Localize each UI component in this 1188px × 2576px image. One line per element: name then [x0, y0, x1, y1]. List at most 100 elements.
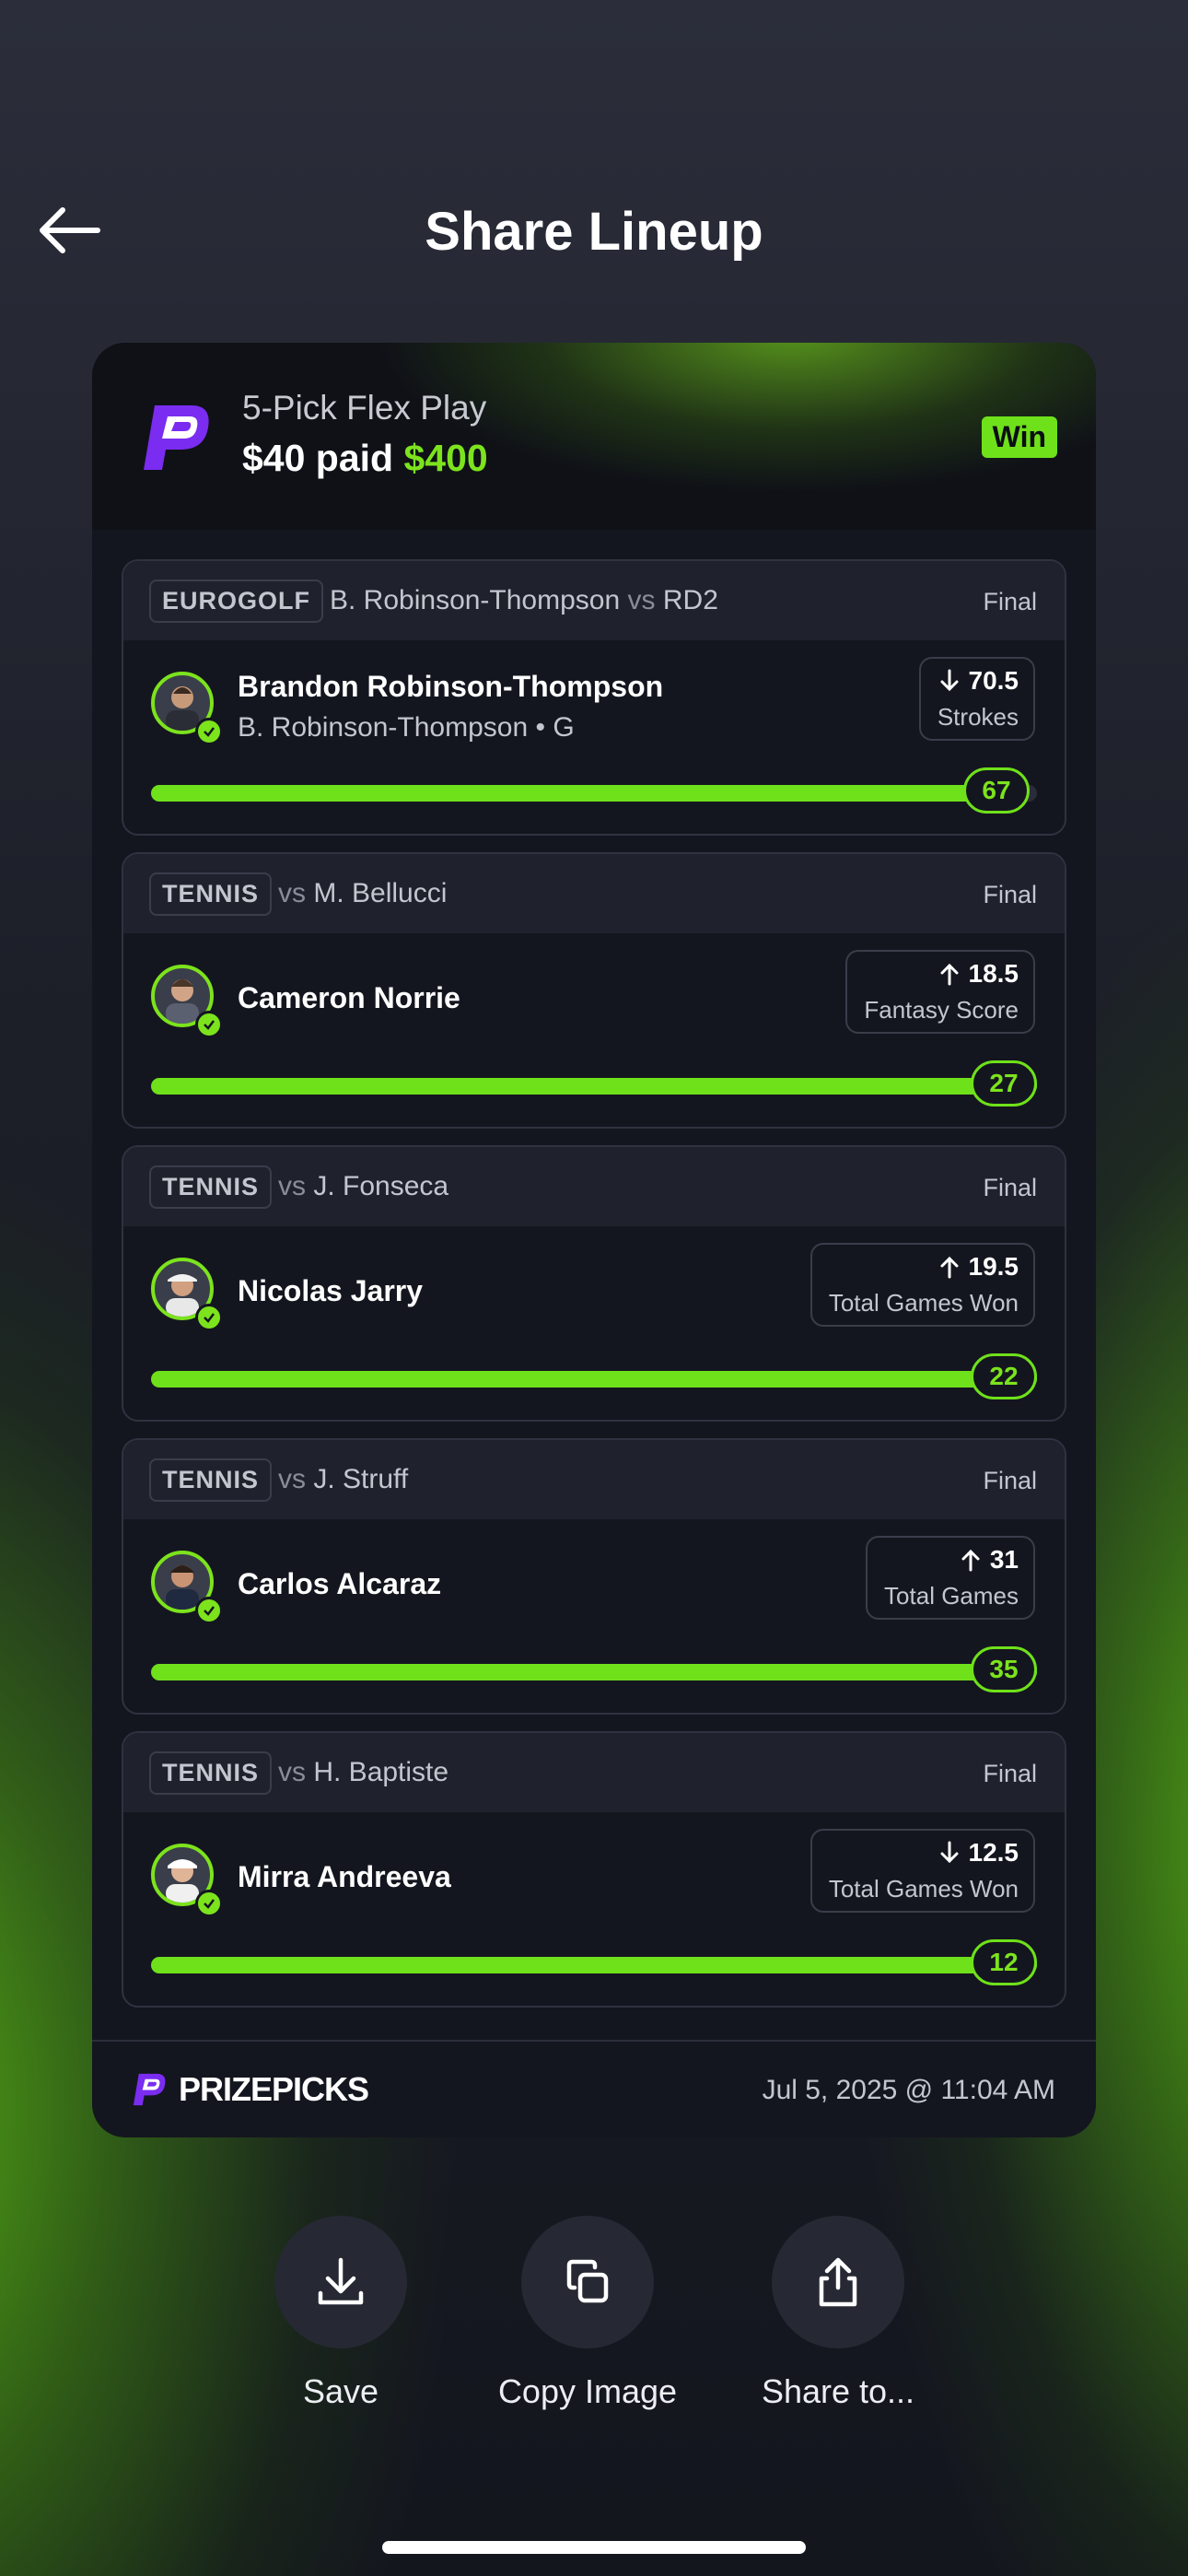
progress-bar — [151, 1078, 1037, 1095]
progress-fill — [151, 1371, 1037, 1388]
result-value: 12 — [971, 1939, 1037, 1985]
pick-header: TENNIS vs H. Baptiste Final — [123, 1733, 1065, 1812]
matchup: vs J. Fonseca — [278, 1171, 448, 1202]
vs-label: vs — [278, 1757, 306, 1787]
pick-header: TENNIS vs J. Fonseca Final — [123, 1147, 1065, 1226]
check-icon — [195, 1597, 223, 1624]
game-status: Final — [983, 881, 1037, 908]
league-badge: TENNIS — [149, 1751, 273, 1795]
card-footer: PRIZEPICKS Jul 5, 2025 @ 11:04 AM — [92, 2040, 1096, 2137]
pick-card: EUROGOLF B. Robinson-Thompson vs RD2 Fin… — [122, 559, 1066, 836]
arrow-down-icon — [940, 1841, 958, 1864]
brand: PRIZEPICKS — [129, 2069, 369, 2110]
download-icon — [318, 2257, 364, 2305]
home-indicator[interactable] — [382, 2541, 806, 2554]
stat-type: Fantasy Score — [864, 996, 1019, 1024]
projection-box: 31 Total Games — [866, 1536, 1035, 1620]
player-short: B. Robinson-Thompson — [330, 585, 621, 615]
copy-image-label: Copy Image — [497, 2372, 678, 2410]
opponent: RD2 — [662, 585, 718, 615]
stat-type: Total Games Won — [828, 1289, 1019, 1317]
payout-summary: $40 paid $400 — [242, 437, 488, 480]
matchup: vs H. Baptiste — [278, 1757, 448, 1788]
check-icon — [195, 1011, 223, 1038]
progress-bar — [151, 785, 1037, 802]
arrow-down-icon — [940, 669, 958, 692]
header: Share Lineup — [0, 166, 1188, 295]
lineup-card: 5-Pick Flex Play $40 paid $400 Win EUROG… — [92, 343, 1096, 2137]
progress-fill — [151, 1078, 1037, 1095]
player-name: Carlos Alcaraz — [238, 1567, 442, 1600]
opponent: M. Bellucci — [313, 878, 448, 908]
matchup: B. Robinson-Thompson vs RD2 — [330, 585, 718, 616]
league-badge: TENNIS — [149, 1165, 273, 1209]
progress-bar — [151, 1957, 1037, 1973]
pick-header: TENNIS vs J. Struff Final — [123, 1440, 1065, 1519]
opponent: J. Struff — [313, 1464, 409, 1494]
league-badge: TENNIS — [149, 872, 273, 916]
share-to-label: Share to... — [761, 2372, 915, 2410]
league-badge: EUROGOLF — [149, 580, 323, 623]
player-name: Cameron Norrie — [238, 981, 460, 1014]
pick-card: TENNIS vs M. Bellucci Final Cameron Norr… — [122, 852, 1066, 1129]
result-value: 35 — [971, 1646, 1037, 1692]
vs-label: vs — [278, 878, 306, 908]
share-to-button[interactable]: Share to... — [728, 2216, 949, 2411]
player-name: Nicolas Jarry — [238, 1274, 424, 1307]
projection-box: 18.5 Fantasy Score — [845, 950, 1035, 1034]
paid-amount: $40 paid — [242, 437, 394, 479]
picks-list: EUROGOLF B. Robinson-Thompson vs RD2 Fin… — [122, 559, 1066, 2024]
game-status: Final — [983, 588, 1037, 615]
line-value: 70.5 — [968, 666, 1019, 695]
result-value: 22 — [971, 1353, 1037, 1399]
line-value: 19.5 — [968, 1252, 1019, 1281]
play-type: 5-Pick Flex Play — [242, 389, 487, 427]
save-button[interactable]: Save — [230, 2216, 451, 2411]
vs-label: vs — [627, 585, 656, 615]
matchup: vs M. Bellucci — [278, 878, 447, 909]
league-badge: TENNIS — [149, 1458, 273, 1502]
page-title: Share Lineup — [425, 202, 763, 262]
vs-label: vs — [278, 1464, 306, 1494]
vs-label: vs — [278, 1171, 306, 1201]
player-subtitle: B. Robinson-Thompson • G — [238, 712, 575, 743]
stat-type: Strokes — [937, 703, 1019, 731]
payout-amount: $400 — [403, 437, 488, 479]
pick-card: TENNIS vs J. Fonseca Final Nicolas Jarry… — [122, 1145, 1066, 1422]
check-icon — [195, 1890, 223, 1917]
share-icon — [819, 2257, 857, 2307]
prizepicks-logo-icon — [133, 2073, 166, 2106]
copy-image-button[interactable]: Copy Image — [477, 2216, 698, 2411]
opponent: J. Fonseca — [313, 1171, 449, 1201]
game-status: Final — [983, 1467, 1037, 1494]
player-name: Brandon Robinson-Thompson — [238, 670, 664, 703]
stat-type: Total Games — [884, 1582, 1019, 1610]
progress-bar — [151, 1371, 1037, 1388]
save-label: Save — [302, 2372, 379, 2410]
win-badge: Win — [981, 416, 1057, 458]
arrow-up-icon — [961, 1549, 980, 1572]
progress-fill — [151, 785, 993, 802]
projection-box: 12.5 Total Games Won — [809, 1829, 1035, 1913]
result-value: 67 — [963, 767, 1030, 814]
prizepicks-logo-icon — [144, 405, 209, 470]
check-icon — [195, 718, 223, 745]
brand-name: PRIZEPICKS — [179, 2070, 369, 2108]
pick-card: TENNIS vs J. Struff Final Carlos Alcaraz… — [122, 1438, 1066, 1715]
result-value: 27 — [971, 1060, 1037, 1107]
progress-bar — [151, 1664, 1037, 1680]
stat-type: Total Games Won — [828, 1875, 1019, 1903]
arrow-up-icon — [940, 1256, 958, 1279]
pick-header: TENNIS vs M. Bellucci Final — [123, 854, 1065, 933]
line-value: 12.5 — [968, 1838, 1019, 1867]
progress-fill — [151, 1664, 1037, 1680]
share-actions: Save Copy Image Share to... — [0, 2216, 1188, 2418]
card-header: 5-Pick Flex Play $40 paid $400 Win — [92, 343, 1096, 530]
opponent: H. Baptiste — [313, 1757, 449, 1787]
projection-box: 70.5 Strokes — [918, 657, 1035, 741]
game-status: Final — [983, 1174, 1037, 1201]
progress-fill — [151, 1957, 1037, 1973]
timestamp: Jul 5, 2025 @ 11:04 AM — [762, 2075, 1055, 2105]
projection-box: 19.5 Total Games Won — [809, 1243, 1035, 1327]
line-value: 18.5 — [968, 959, 1019, 988]
